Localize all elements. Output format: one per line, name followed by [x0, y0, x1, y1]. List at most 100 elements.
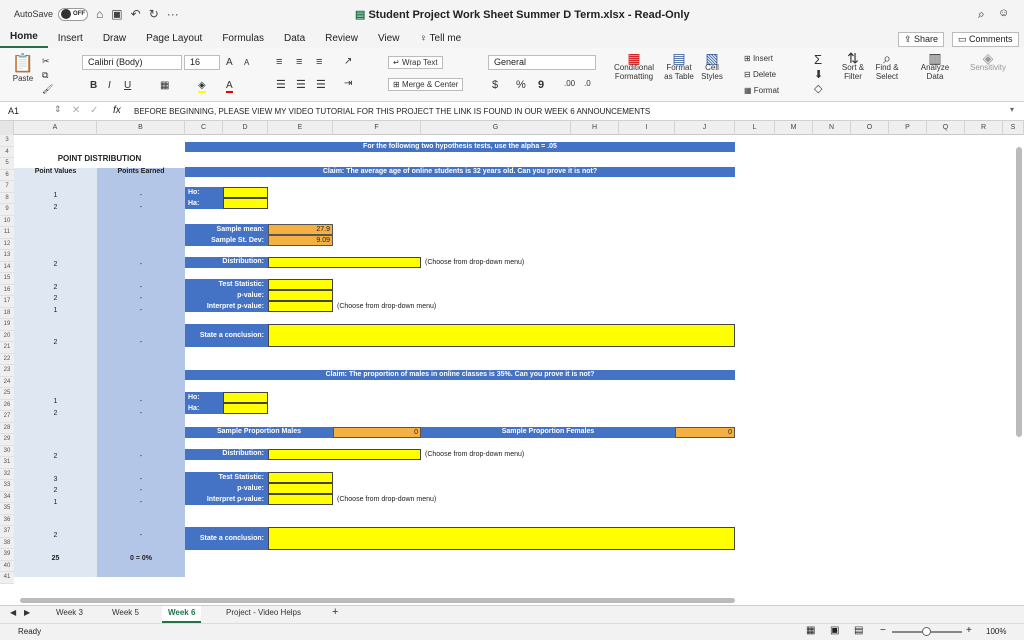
tab-review[interactable]: Review: [315, 33, 368, 48]
zoom-out-icon[interactable]: −: [880, 625, 886, 636]
copy-icon[interactable]: ⧉: [42, 70, 48, 81]
column-header[interactable]: D: [223, 121, 268, 135]
tab-formulas[interactable]: Formulas: [212, 33, 274, 48]
h0-2-input[interactable]: [223, 392, 268, 403]
row-header[interactable]: 35: [0, 503, 14, 515]
merge-center-button[interactable]: ⊞ Merge & Center: [388, 78, 464, 91]
row-header[interactable]: 3: [0, 135, 14, 147]
underline-button[interactable]: U: [124, 80, 131, 91]
column-header[interactable]: S: [1003, 121, 1024, 135]
paste-button[interactable]: 📋 Paste: [10, 53, 36, 97]
column-header[interactable]: P: [889, 121, 927, 135]
cancel-icon[interactable]: ✕: [72, 105, 80, 116]
row-header[interactable]: 14: [0, 261, 14, 273]
cut-icon[interactable]: ✂: [42, 56, 50, 67]
column-header[interactable]: R: [965, 121, 1003, 135]
add-sheet-icon[interactable]: +: [332, 606, 338, 618]
row-header[interactable]: 20: [0, 330, 14, 342]
normal-view-icon[interactable]: ▦: [806, 625, 815, 636]
sheet-tab-week-6[interactable]: Week 6: [162, 606, 202, 623]
sort-filter-button[interactable]: ⇅ Sort & Filter: [838, 51, 868, 81]
undo-icon[interactable]: ↶: [131, 7, 141, 21]
row-header[interactable]: 34: [0, 491, 14, 503]
number-format-select[interactable]: General: [488, 55, 596, 70]
prop-females-value[interactable]: 0: [675, 427, 735, 438]
grow-font-button[interactable]: A: [226, 57, 233, 68]
row-header[interactable]: 16: [0, 284, 14, 296]
distribution-2-input[interactable]: [268, 449, 421, 460]
row-header[interactable]: 25: [0, 388, 14, 400]
name-box[interactable]: A1: [8, 106, 19, 116]
row-header[interactable]: 10: [0, 215, 14, 227]
row-header[interactable]: 12: [0, 238, 14, 250]
comments-button[interactable]: ▭ Comments: [952, 32, 1019, 47]
enter-icon[interactable]: ✓: [90, 105, 98, 116]
column-header[interactable]: E: [268, 121, 333, 135]
insert-function-button[interactable]: fx: [113, 105, 121, 116]
font-size-select[interactable]: 16: [184, 55, 220, 70]
row-header[interactable]: 32: [0, 468, 14, 480]
bold-button[interactable]: B: [90, 80, 97, 91]
zoom-slider-thumb[interactable]: [922, 627, 931, 636]
row-header[interactable]: 24: [0, 376, 14, 388]
row-header[interactable]: 40: [0, 560, 14, 572]
borders-icon[interactable]: ▦: [160, 80, 169, 91]
column-header[interactable]: M: [775, 121, 813, 135]
fill-icon[interactable]: ⬇: [814, 68, 823, 81]
tab-draw[interactable]: Draw: [93, 33, 136, 48]
row-header[interactable]: 22: [0, 353, 14, 365]
sensitivity-button[interactable]: ◈ Sensitivity: [966, 51, 1010, 72]
ha-1-input[interactable]: [223, 198, 268, 209]
row-header[interactable]: 9: [0, 204, 14, 216]
row-header[interactable]: 6: [0, 169, 14, 181]
tab-home[interactable]: Home: [0, 31, 48, 48]
autosave-toggle[interactable]: OFF: [58, 7, 89, 21]
more-icon[interactable]: ···: [167, 7, 179, 21]
format-painter-icon[interactable]: 🖌: [42, 84, 53, 95]
select-all-corner[interactable]: [0, 121, 14, 135]
next-sheet-icon[interactable]: ▶: [24, 608, 30, 617]
namebox-stepper-icon[interactable]: ⇕: [54, 104, 62, 115]
save-icon[interactable]: ▣: [111, 7, 122, 21]
format-cells-button[interactable]: ▦ Format: [744, 86, 779, 95]
sheet-tab-week-5[interactable]: Week 5: [112, 608, 139, 617]
search-icon[interactable]: ⌕: [978, 7, 985, 22]
row-header[interactable]: 39: [0, 549, 14, 561]
row-header[interactable]: 26: [0, 399, 14, 411]
align-center-icon[interactable]: ☰: [296, 78, 306, 91]
column-header[interactable]: N: [813, 121, 851, 135]
row-header[interactable]: 41: [0, 572, 14, 584]
row-header[interactable]: 7: [0, 181, 14, 193]
conditional-formatting-button[interactable]: ▦ Conditional Formatting: [610, 51, 658, 81]
tab-view[interactable]: View: [368, 33, 410, 48]
distribution-1-input[interactable]: [268, 257, 421, 268]
ha-2-input[interactable]: [223, 403, 268, 414]
expand-formula-icon[interactable]: ▾: [1010, 105, 1014, 114]
row-header[interactable]: 18: [0, 307, 14, 319]
row-header[interactable]: 4: [0, 146, 14, 158]
italic-button[interactable]: I: [108, 80, 111, 91]
home-icon[interactable]: ⌂: [96, 7, 103, 21]
comma-button[interactable]: 9: [538, 79, 544, 91]
row-header[interactable]: 29: [0, 434, 14, 446]
column-header[interactable]: I: [619, 121, 675, 135]
column-header[interactable]: H: [571, 121, 619, 135]
row-header[interactable]: 11: [0, 227, 14, 239]
row-header[interactable]: 37: [0, 526, 14, 538]
percent-button[interactable]: %: [516, 79, 526, 91]
row-header[interactable]: 17: [0, 296, 14, 308]
tab-data[interactable]: Data: [274, 33, 315, 48]
vertical-scrollbar[interactable]: [1016, 147, 1022, 437]
increase-decimal-icon[interactable]: .00: [564, 79, 575, 88]
column-header[interactable]: L: [735, 121, 775, 135]
fill-color-icon[interactable]: ◈: [198, 80, 206, 93]
align-left-icon[interactable]: ☰: [276, 78, 286, 91]
column-header[interactable]: B: [97, 121, 185, 135]
row-header[interactable]: 23: [0, 365, 14, 377]
column-header[interactable]: C: [185, 121, 223, 135]
delete-cells-button[interactable]: ⊟ Delete: [744, 70, 776, 79]
orientation-icon[interactable]: ↗: [344, 56, 352, 67]
shrink-font-button[interactable]: A: [244, 58, 249, 67]
interpret-2-input[interactable]: [268, 494, 333, 505]
share-button[interactable]: ⇪ Share: [898, 32, 945, 47]
